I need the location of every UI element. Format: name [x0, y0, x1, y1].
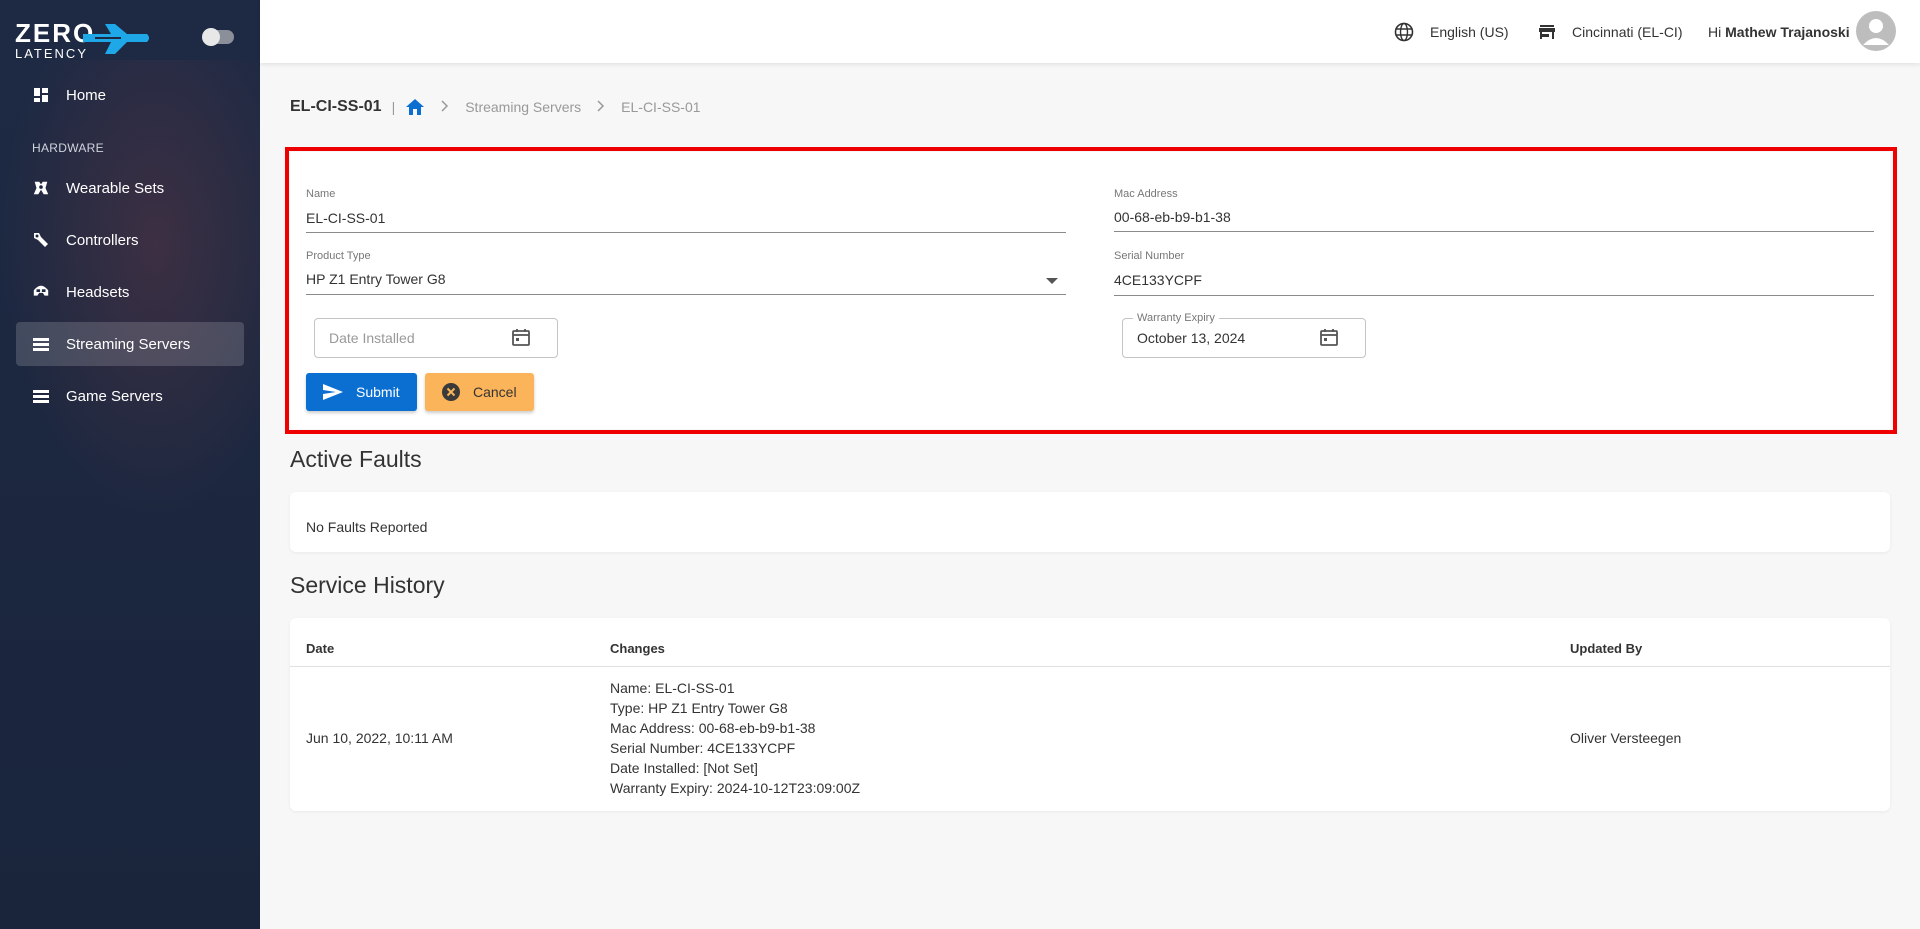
- change-line: Date Installed: [Not Set]: [610, 760, 758, 776]
- product-type-select[interactable]: HP Z1 Entry Tower G8: [306, 271, 446, 287]
- globe-icon: [1394, 22, 1414, 42]
- sidebar-item-label: Controllers: [66, 231, 139, 249]
- cancel-button[interactable]: Cancel: [425, 373, 534, 411]
- top-bar: English (US) Cincinnati (EL-CI) Hi Mathe…: [260, 0, 1920, 63]
- change-line: Name: EL-CI-SS-01: [610, 680, 735, 696]
- breadcrumb: EL-CI-SS-01 | Streaming Servers EL-CI-SS…: [290, 96, 701, 118]
- serial-number-underline: [1114, 295, 1874, 296]
- name-field-underline: [306, 232, 1066, 233]
- sidebar-item-label: Streaming Servers: [66, 335, 191, 353]
- calendar-icon[interactable]: [1319, 327, 1339, 352]
- sidebar-item-streaming-servers[interactable]: Streaming Servers: [16, 322, 244, 366]
- sidebar-item-label: Home: [66, 86, 107, 104]
- send-icon: [322, 383, 344, 401]
- controller-icon: [32, 231, 50, 249]
- sidebar-item-wearable-sets[interactable]: Wearable Sets: [16, 166, 244, 210]
- location-selector[interactable]: Cincinnati (EL-CI): [1538, 0, 1682, 63]
- mac-address-underline: [1114, 231, 1874, 232]
- column-header-date[interactable]: Date: [306, 641, 334, 656]
- logo-plane-icon: [83, 24, 149, 54]
- product-type-underline: [306, 294, 1066, 295]
- title-separator: |: [391, 99, 396, 115]
- warranty-expiry-field[interactable]: Warranty Expiry October 13, 2024: [1122, 312, 1366, 358]
- service-history-table: Date Changes Updated By Jun 10, 2022, 10…: [290, 618, 1890, 811]
- chevron-right-icon: [597, 99, 605, 115]
- server-list-icon: [32, 335, 50, 353]
- active-faults-card: No Faults Reported: [290, 492, 1890, 552]
- change-line: Mac Address: 00-68-eb-b9-b1-38: [610, 720, 816, 736]
- user-avatar-icon: [1863, 19, 1889, 45]
- sidebar-item-controllers[interactable]: Controllers: [16, 218, 244, 262]
- breadcrumb-streaming-servers[interactable]: Streaming Servers: [465, 99, 581, 115]
- page-title: EL-CI-SS-01: [290, 98, 382, 115]
- header-divider: [290, 666, 1890, 667]
- change-line: Type: HP Z1 Entry Tower G8: [610, 700, 788, 716]
- warranty-expiry-value: October 13, 2024: [1137, 330, 1246, 346]
- user-greeting[interactable]: Hi Mathew Trajanoski: [1708, 0, 1850, 63]
- row-date: Jun 10, 2022, 10:11 AM: [306, 730, 453, 746]
- submit-label: Submit: [356, 384, 400, 400]
- dashboard-icon: [32, 86, 50, 104]
- product-type-label: Product Type: [306, 250, 371, 262]
- change-line: Serial Number: 4CE133YCPF: [610, 740, 796, 756]
- chevron-down-icon[interactable]: [1046, 278, 1058, 284]
- sidebar-section-hardware: HARDWARE: [32, 141, 104, 155]
- submit-button[interactable]: Submit: [306, 373, 417, 411]
- logo-text-latency: LATENCY: [15, 46, 88, 61]
- close-circle-icon: [441, 382, 461, 402]
- column-header-updated-by[interactable]: Updated By: [1570, 641, 1642, 656]
- wearable-icon: [32, 179, 50, 197]
- no-faults-text: No Faults Reported: [306, 519, 428, 535]
- server-list-icon: [32, 387, 50, 405]
- column-header-changes[interactable]: Changes: [610, 641, 665, 656]
- user-name: Mathew Trajanoski: [1725, 23, 1850, 40]
- theme-toggle[interactable]: [202, 28, 234, 46]
- name-field[interactable]: EL-CI-SS-01: [306, 210, 385, 226]
- breadcrumb-current: EL-CI-SS-01: [621, 99, 701, 115]
- sidebar-item-label: Headsets: [66, 283, 130, 301]
- zero-latency-logo[interactable]: ZERO LATENCY: [15, 20, 149, 60]
- sidebar-item-label: Game Servers: [66, 387, 163, 405]
- row-updated-by: Oliver Versteegen: [1570, 730, 1682, 746]
- sidebar: ZERO LATENCY Home HARDWARE Wearable Sets…: [0, 0, 260, 929]
- sidebar-item-game-servers[interactable]: Game Servers: [16, 374, 244, 418]
- home-icon[interactable]: [405, 98, 425, 116]
- avatar[interactable]: [1856, 11, 1896, 51]
- mac-address-label: Mac Address: [1114, 188, 1178, 200]
- date-installed-placeholder: Date Installed: [329, 330, 415, 346]
- sidebar-item-label: Wearable Sets: [66, 179, 165, 197]
- name-label: Name: [306, 188, 336, 200]
- change-line: Warranty Expiry: 2024-10-12T23:09:00Z: [610, 780, 861, 796]
- row-changes: Name: EL-CI-SS-01 Type: HP Z1 Entry Towe…: [610, 678, 860, 798]
- greeting-text: Hi: [1708, 23, 1722, 40]
- headset-icon: [32, 283, 50, 301]
- active-faults-heading: Active Faults: [290, 446, 422, 472]
- sidebar-item-home[interactable]: Home: [16, 73, 244, 117]
- date-installed-field[interactable]: Date Installed: [314, 318, 558, 358]
- store-icon: [1538, 23, 1556, 41]
- sidebar-item-headsets[interactable]: Headsets: [16, 270, 244, 314]
- cancel-label: Cancel: [473, 384, 517, 400]
- warranty-expiry-label: Warranty Expiry: [1133, 312, 1219, 324]
- chevron-right-icon: [441, 99, 449, 115]
- location-label: Cincinnati (EL-CI): [1572, 23, 1683, 40]
- service-history-heading: Service History: [290, 572, 445, 598]
- calendar-icon[interactable]: [511, 327, 531, 352]
- mac-address-field[interactable]: 00-68-eb-b9-b1-38: [1114, 209, 1231, 225]
- language-label: English (US): [1430, 23, 1509, 40]
- language-selector[interactable]: English (US): [1394, 0, 1509, 63]
- serial-number-field[interactable]: 4CE133YCPF: [1114, 272, 1202, 288]
- serial-number-label: Serial Number: [1114, 250, 1185, 262]
